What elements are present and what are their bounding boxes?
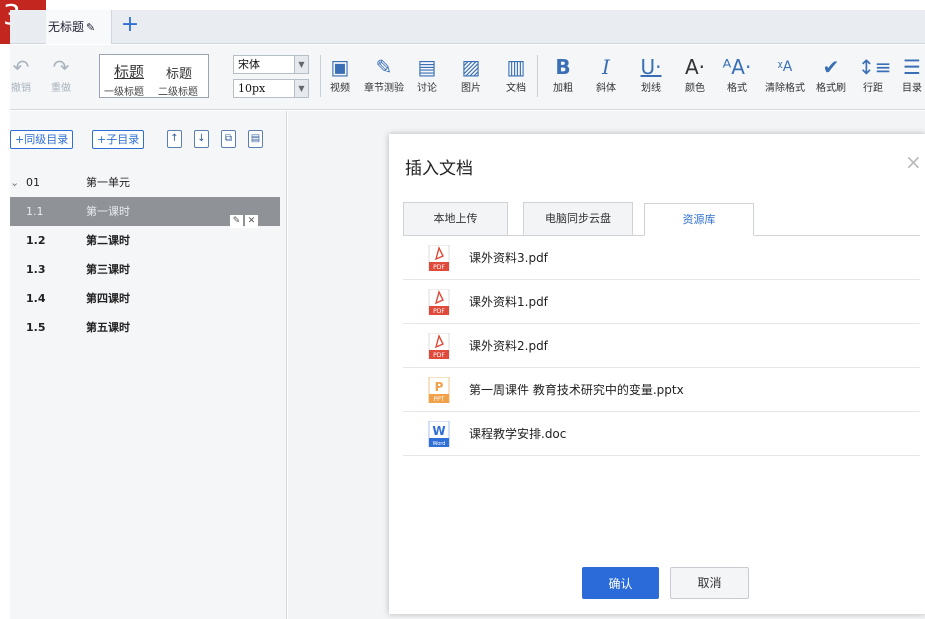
- expand-chevron-icon[interactable]: ⌄: [10, 168, 19, 197]
- chapter-quiz-button[interactable]: ✎ 章节测验: [361, 52, 407, 96]
- brush-icon: ✔: [822, 55, 840, 79]
- clear-format-button[interactable]: ᵡA 清除格式: [760, 52, 810, 96]
- file-row[interactable]: PDF 课外资料3.pdf: [403, 236, 920, 280]
- heading1-sublabel: 一级标题: [104, 87, 144, 98]
- pdf-file-icon: PDF: [428, 333, 450, 359]
- video-button[interactable]: ▣ 视频: [325, 52, 355, 96]
- bold-button[interactable]: B 加粗: [548, 52, 578, 96]
- discussion-button[interactable]: ▤ 讨论: [412, 52, 442, 96]
- document-button[interactable]: ▥ 文档: [501, 52, 531, 96]
- underline-icon: U·: [640, 55, 662, 79]
- italic-icon: I: [602, 55, 610, 79]
- document-tab[interactable]: 无标题 ✎: [46, 10, 112, 44]
- svg-text:PDF: PDF: [433, 264, 445, 271]
- outline-item-unit[interactable]: ⌄ 01 第一单元: [10, 168, 280, 197]
- clear-format-icon: ᵡA: [777, 59, 793, 75]
- svg-text:PDF: PDF: [433, 308, 445, 315]
- outline-item[interactable]: 1.2 第二课时: [10, 226, 280, 255]
- outline-icon[interactable]: ▤: [248, 130, 263, 148]
- toolbar-divider: [320, 55, 321, 97]
- document-tab-bar: [10, 10, 925, 44]
- word-file-icon: W Word: [428, 421, 450, 447]
- heading2-sublabel: 二级标题: [158, 87, 198, 98]
- file-name: 课外资料1.pdf: [469, 295, 548, 309]
- format-painter-button[interactable]: ✔ 格式刷: [812, 52, 850, 96]
- heading-style-box: 标题 标题 一级标题 二级标题: [99, 54, 209, 98]
- file-name: 课外资料3.pdf: [469, 251, 548, 265]
- file-name: 课程教学安排.doc: [469, 427, 567, 441]
- close-icon[interactable]: ×: [905, 150, 922, 174]
- image-button[interactable]: ▨ 图片: [456, 52, 486, 96]
- chevron-down-icon: ▼: [294, 80, 308, 97]
- move-down-icon[interactable]: ↓: [194, 130, 209, 148]
- copy-icon[interactable]: ⧉: [221, 130, 236, 148]
- file-row[interactable]: W Word 课程教学安排.doc: [403, 412, 920, 456]
- insert-document-dialog: 插入文档 × 本地上传 电脑同步云盘 资源库 PDF 课外资料3.pdf PDF…: [389, 134, 925, 614]
- document-tab-label: 无标题: [48, 20, 85, 34]
- tab-resource-library[interactable]: 资源库: [644, 203, 754, 236]
- video-icon: ▣: [330, 55, 350, 79]
- format-button[interactable]: ᴬA· 格式: [720, 52, 754, 96]
- redo-icon: ↷: [52, 55, 70, 79]
- file-row[interactable]: PDF 课外资料1.pdf: [403, 280, 920, 324]
- svg-text:W: W: [432, 424, 445, 438]
- image-icon: ▨: [461, 55, 481, 79]
- toc-button[interactable]: ☰ 目录: [899, 52, 925, 96]
- file-row[interactable]: PDF 课外资料2.pdf: [403, 324, 920, 368]
- line-spacing-button[interactable]: ↕≡ 行距: [858, 52, 892, 96]
- underline-button[interactable]: U· 划线: [634, 52, 668, 96]
- ppt-file-icon: P PPT: [428, 377, 450, 403]
- move-up-icon[interactable]: ↑: [167, 130, 182, 148]
- chat-icon: ▤: [417, 55, 437, 79]
- quiz-icon: ✎: [375, 55, 393, 79]
- font-family-select[interactable]: 宋体 ▼: [233, 55, 309, 74]
- font-color-icon: A·: [684, 55, 706, 79]
- outline-item[interactable]: 1.5 第五课时: [10, 313, 280, 342]
- confirm-button[interactable]: 确认: [582, 567, 659, 599]
- document-icon: ▥: [506, 55, 526, 79]
- dialog-title: 插入文档: [405, 159, 473, 179]
- toolbar-divider: [537, 55, 538, 97]
- heading2-button[interactable]: 标题: [166, 63, 192, 82]
- font-size-select[interactable]: 10px ▼: [233, 79, 309, 98]
- file-name: 课外资料2.pdf: [469, 339, 548, 353]
- pdf-file-icon: PDF: [428, 289, 450, 315]
- color-button[interactable]: A· 颜色: [678, 52, 712, 96]
- add-sibling-button[interactable]: +同级目录: [10, 130, 74, 149]
- pencil-icon[interactable]: ✎: [86, 21, 95, 34]
- italic-button[interactable]: I 斜体: [591, 52, 621, 96]
- add-tab-button[interactable]: +: [118, 14, 142, 38]
- svg-text:PDF: PDF: [433, 352, 445, 359]
- tab-cloud-sync[interactable]: 电脑同步云盘: [523, 202, 633, 236]
- list-icon: ☰: [903, 55, 921, 79]
- file-name: 第一周课件 教育技术研究中的变量.pptx: [469, 383, 684, 397]
- tab-local-upload[interactable]: 本地上传: [403, 202, 508, 236]
- outline-item[interactable]: 1.3 第三课时: [10, 255, 280, 284]
- bold-icon: B: [555, 55, 571, 79]
- redo-button[interactable]: ↷ 重做: [48, 52, 74, 96]
- undo-button[interactable]: ↶ 撤销: [8, 52, 34, 96]
- svg-text:P: P: [435, 380, 444, 394]
- pdf-file-icon: PDF: [428, 245, 450, 271]
- add-child-button[interactable]: +子目录: [92, 130, 145, 149]
- outline-item[interactable]: 1.4 第四课时: [10, 284, 280, 313]
- file-row[interactable]: P PPT 第一周课件 教育技术研究中的变量.pptx: [403, 368, 920, 412]
- format-icon: ᴬA·: [722, 55, 752, 79]
- outline-item-selected[interactable]: 1.1 第一课时 ✎ ✕: [10, 197, 280, 228]
- svg-text:Word: Word: [433, 441, 446, 447]
- undo-icon: ↶: [12, 55, 30, 79]
- svg-text:PPT: PPT: [434, 396, 445, 403]
- heading1-button[interactable]: 标题: [114, 61, 144, 82]
- chevron-down-icon: ▼: [294, 56, 308, 73]
- line-spacing-icon: ↕≡: [858, 55, 892, 79]
- cancel-button[interactable]: 取消: [670, 567, 749, 599]
